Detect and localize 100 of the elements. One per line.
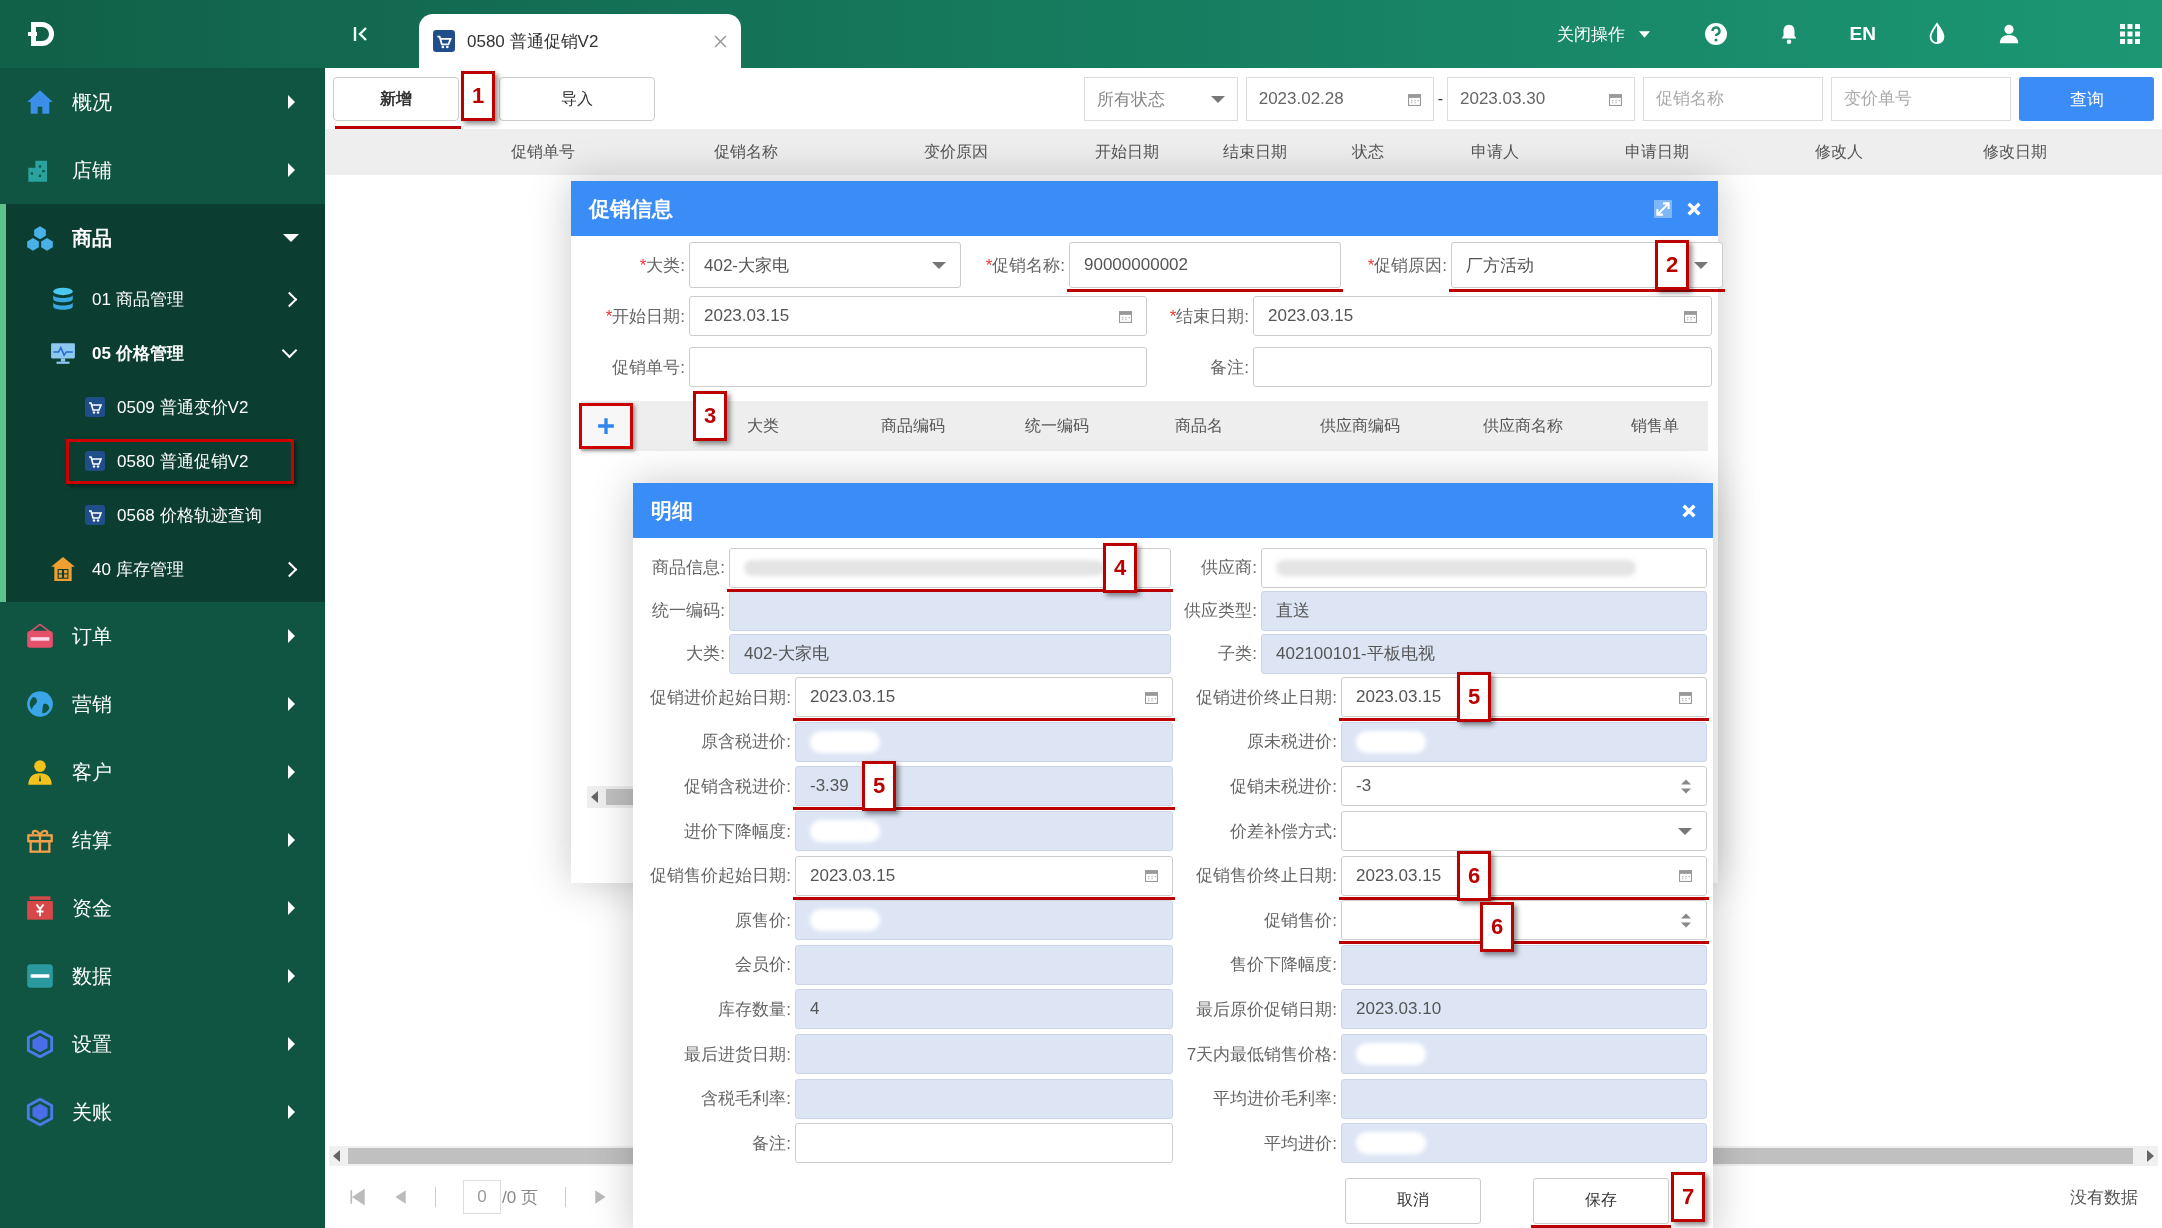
sidebar-item[interactable]: 营销: [0, 670, 325, 738]
column-header: 促销名称: [713, 141, 779, 162]
column-header: 供应商名称: [1483, 415, 1563, 436]
field-label: 供应商:: [1200, 557, 1258, 579]
field-label: 原售价:: [734, 909, 792, 932]
column-header: 开始日期: [1094, 141, 1160, 162]
field-label: 库存数量:: [717, 998, 792, 1021]
column-header: 统一编码: [1024, 415, 1089, 436]
step-marker: 2: [1655, 240, 1689, 290]
sidebar-item[interactable]: 店铺: [0, 136, 325, 204]
field-label: 促销含税进价:: [683, 776, 792, 798]
sidebar-item[interactable]: 05 价格管理: [6, 326, 325, 380]
date-field[interactable]: 2023.03.30: [1447, 77, 1635, 121]
date-field[interactable]: 2023.03.15: [795, 677, 1173, 718]
field-label: 促销售价:: [1263, 909, 1338, 932]
column-header: 商品名: [1174, 415, 1223, 436]
column-header: 销售单: [1630, 415, 1679, 436]
field-label: 含税毛利率:: [700, 1088, 792, 1111]
date-field[interactable]: 2023.03.15: [1253, 296, 1712, 336]
field-label: 促销原因:: [1374, 255, 1447, 275]
column-header: 修改人: [1814, 141, 1864, 162]
column-header: 促销单号: [510, 141, 576, 162]
field-label: 大类:: [685, 643, 726, 665]
sidebar-item[interactable]: 资金: [0, 874, 325, 942]
sidebar-item[interactable]: 0580 普通促销V2: [6, 434, 325, 488]
sidebar-item[interactable]: 01 商品管理: [6, 272, 325, 326]
field-label: 子类:: [1217, 643, 1258, 665]
column-header: 大类: [747, 415, 779, 436]
step-marker: 7: [1671, 1171, 1705, 1222]
required-mark: *: [1367, 255, 1375, 275]
range-separator: -: [1437, 90, 1443, 108]
sidebar-item[interactable]: 0509 普通变价V2: [6, 380, 325, 434]
search-field[interactable]: 促销名称: [1643, 77, 1823, 121]
field-label: 促销售价起始日期:: [649, 865, 792, 888]
field-label: 平均进价:: [1263, 1132, 1338, 1155]
page-tab[interactable]: 0580 普通促销V2: [419, 14, 741, 68]
date-field[interactable]: 2023.02.28: [1245, 77, 1434, 121]
field-label: 商品信息:: [651, 557, 726, 579]
column-header: 申请人: [1469, 141, 1520, 162]
column-header: 修改日期: [1982, 141, 2048, 162]
sidebar-item[interactable]: 概况: [0, 68, 325, 136]
field-label: 备注:: [1210, 357, 1249, 377]
sidebar-item[interactable]: 客户: [0, 738, 325, 806]
column-header: 变价原因: [923, 141, 989, 162]
field-label: 备注:: [751, 1132, 792, 1155]
save-button[interactable]: 保存: [1533, 1177, 1669, 1224]
cancel-button[interactable]: 取消: [1345, 1177, 1481, 1224]
empty-message: 没有数据: [2070, 1186, 2138, 1209]
sidebar-item[interactable]: 设置: [0, 1010, 325, 1078]
required-mark: *: [1169, 306, 1177, 326]
add-button[interactable]: 新增: [333, 77, 459, 121]
field-label: 促销未税进价:: [1229, 776, 1338, 798]
step-marker: 5: [862, 761, 896, 812]
date-field[interactable]: 2023.03.15: [689, 296, 1147, 336]
number-field[interactable]: -3: [1341, 766, 1707, 807]
field-label: 7天内最低销售价格:: [1185, 1043, 1338, 1066]
field-label: 平均进价毛利率:: [1212, 1088, 1338, 1111]
column-header: 结束日期: [1221, 141, 1288, 162]
field-label: 最后进货日期:: [683, 1043, 792, 1066]
sidebar-item[interactable]: 40 库存管理: [6, 542, 325, 596]
menu-label: 0580 普通促销V2: [117, 450, 249, 473]
field-label: 最后原价促销日期:: [1195, 998, 1338, 1021]
step-marker: 3: [693, 391, 727, 441]
field-label: 售价下降幅度:: [1229, 954, 1338, 977]
field-label: 促销进价起始日期:: [649, 686, 792, 709]
sidebar-item[interactable]: 数据: [0, 942, 325, 1010]
tab-label: 0580 普通促销V2: [467, 30, 600, 53]
page-count: /0 页: [502, 1186, 538, 1209]
column-header: 状态: [1350, 141, 1385, 162]
step-marker: 1: [461, 71, 495, 121]
sidebar-item[interactable]: 0568 价格轨迹查询: [6, 488, 325, 542]
import-button[interactable]: 导入: [499, 77, 655, 121]
sidebar-item[interactable]: 订单: [0, 602, 325, 670]
sidebar-item[interactable]: 结算: [0, 806, 325, 874]
step-marker: 6: [1480, 902, 1515, 953]
column-header: 商品编码: [881, 415, 945, 436]
sidebar-item[interactable]: 关账: [0, 1078, 325, 1146]
column-header: 供应商编码: [1320, 415, 1400, 436]
search-field[interactable]: 变价单号: [1831, 77, 2011, 121]
field-label: 促销单号:: [612, 357, 685, 377]
required-mark: *: [605, 306, 613, 326]
field-label: 促销售价终止日期:: [1195, 865, 1338, 888]
required-mark: *: [985, 255, 993, 275]
status-select[interactable]: 所有状态: [1083, 77, 1238, 121]
text-field[interactable]: 90000000002: [1069, 242, 1341, 288]
operations-menu[interactable]: 关闭操作: [1556, 22, 1650, 46]
sidebar-item[interactable]: 商品: [0, 204, 325, 272]
field-label: 统一编码:: [651, 600, 726, 622]
required-mark: *: [639, 255, 647, 275]
menu-label: 0568 价格轨迹查询: [117, 504, 262, 527]
field-label: 结束日期:: [1176, 306, 1249, 326]
step-marker: 4: [1103, 542, 1137, 593]
step-marker: 5: [1457, 672, 1491, 723]
select-field[interactable]: 402-大家电: [689, 242, 961, 288]
language-button[interactable]: EN: [1849, 23, 1876, 45]
step-marker: 6: [1457, 850, 1491, 901]
date-field[interactable]: 2023.03.15: [795, 855, 1173, 896]
field-label: 原未税进价:: [1246, 731, 1338, 754]
field-label: 价差补偿方式:: [1229, 820, 1338, 843]
dialog-title: 明细: [651, 497, 693, 524]
